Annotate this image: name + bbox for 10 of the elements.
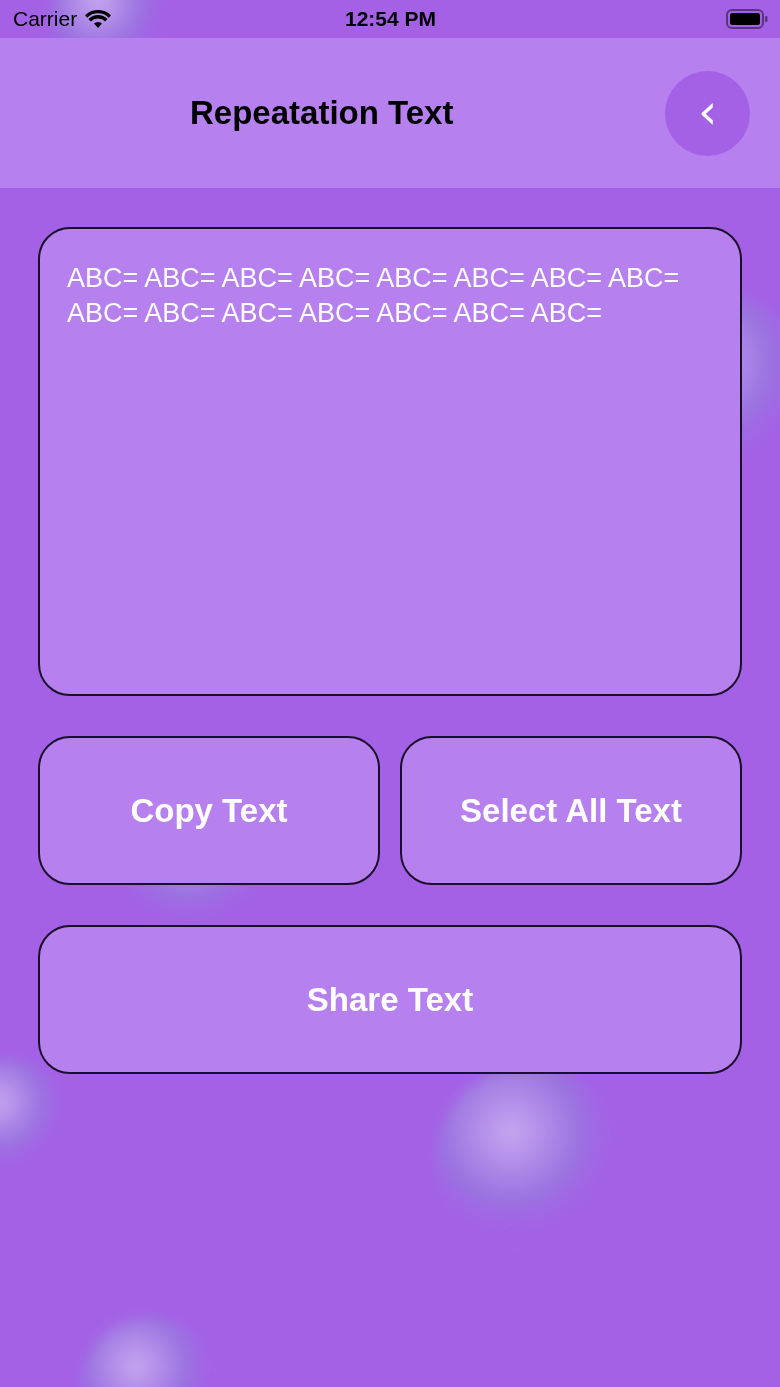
carrier-name: Carrier — [13, 7, 78, 31]
status-time: 12:54 PM — [344, 7, 436, 31]
action-button[interactable]: Share Text — [38, 925, 742, 1074]
screen-title: Repeatation Text — [190, 94, 454, 132]
back-button[interactable]: ‹ — [665, 70, 750, 156]
action-button[interactable]: Copy Text — [38, 736, 380, 885]
text-area[interactable]: ABC= ABC= ABC= ABC= ABC= ABC= ABC= ABC= ABC= ABC= ABC= ABC= ABC= ABC= ABC= — [38, 227, 742, 696]
wifi-icon — [85, 9, 112, 29]
action-button[interactable]: Select All Text — [400, 736, 742, 885]
battery-icon — [726, 9, 768, 29]
